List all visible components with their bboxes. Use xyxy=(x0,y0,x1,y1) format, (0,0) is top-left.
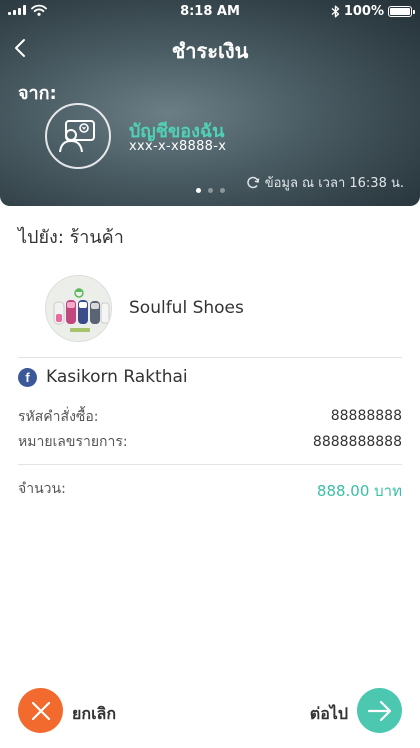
close-icon xyxy=(31,701,50,720)
reference-number-value: 8888888888 xyxy=(312,434,402,450)
header-panel: 8:18 AM 100% ชำระเงิน จาก: บัญชีของฉัน x… xyxy=(0,0,420,206)
page-dot[interactable] xyxy=(207,188,213,193)
amount-label: จำนวน: xyxy=(18,481,66,497)
page-title: ชำระเงิน xyxy=(171,39,249,63)
account-avatar[interactable] xyxy=(45,103,111,169)
next-button[interactable] xyxy=(357,688,402,733)
page-dot[interactable] xyxy=(219,188,225,193)
battery-fill xyxy=(390,8,410,15)
divider xyxy=(18,464,402,465)
divider xyxy=(18,357,402,358)
arrow-right-icon xyxy=(367,700,391,721)
facebook-icon: f xyxy=(18,368,37,387)
to-label: ไปยัง: ร้านค้า xyxy=(18,227,124,248)
reference-number-label: หมายเลขรายการ: xyxy=(18,434,128,450)
facebook-name: Kasikorn Rakthai xyxy=(46,367,188,387)
page-indicator xyxy=(0,188,420,193)
page-dot[interactable] xyxy=(195,188,201,193)
order-id-label: รหัสคำสั่งซื้อ: xyxy=(18,409,99,425)
merchant-logo xyxy=(45,275,112,342)
from-label: จาก: xyxy=(18,83,57,104)
status-bar: 8:18 AM 100% xyxy=(0,0,420,24)
shoes-image xyxy=(46,276,111,341)
battery-icon xyxy=(388,6,415,17)
cancel-button[interactable] xyxy=(18,688,63,733)
merchant-name: Soulful Shoes xyxy=(129,298,244,318)
amount-value: 888.00 บาท xyxy=(316,482,402,500)
bluetooth-icon xyxy=(331,5,340,18)
account-card-icon xyxy=(59,120,95,153)
order-id-value: 88888888 xyxy=(330,408,402,424)
account-number: xxx-x-x8888-x xyxy=(129,139,227,154)
status-right: 100% xyxy=(331,4,415,19)
next-label[interactable]: ต่อไป xyxy=(310,702,348,727)
battery-percent: 100% xyxy=(343,4,384,19)
cancel-label[interactable]: ยกเลิก xyxy=(72,702,116,727)
